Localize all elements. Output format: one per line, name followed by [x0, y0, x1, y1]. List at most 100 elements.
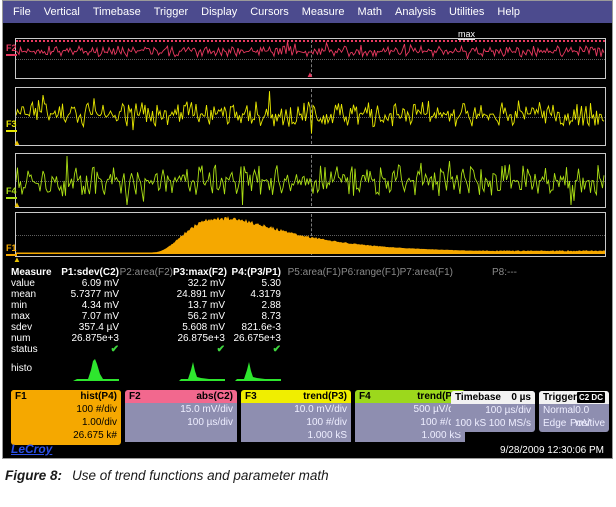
measure-histo-p5 — [281, 355, 341, 382]
measure-value-p7-mean — [397, 289, 453, 300]
measure-col-header-p6[interactable]: P6:range(F1) — [341, 267, 397, 278]
status-check-p7 — [397, 344, 453, 355]
trace-label-f2[interactable]: F2 — [6, 44, 17, 56]
measure-row-label: num — [11, 333, 61, 344]
menu-item-analysis[interactable]: Analysis — [395, 6, 436, 18]
measure-value-p7-max — [397, 311, 453, 322]
timebase-offset: 0 µs — [511, 391, 531, 404]
waveform-f1-histogram — [16, 213, 605, 256]
function-box-f4[interactable]: F4trend(P1)500 µV/div100 #/div1.000 kS — [355, 390, 465, 445]
timebase-box[interactable]: Timebase 0 µs 100 µs/div 100 kS 100 MS/s — [451, 391, 535, 432]
menu-item-vertical[interactable]: Vertical — [44, 6, 80, 18]
menu-item-utilities[interactable]: Utilities — [449, 6, 484, 18]
menu-bar: File Vertical Timebase Trigger Display Cursor… — [3, 1, 612, 23]
trace-label-f3[interactable]: F3 — [6, 120, 17, 132]
histo-sparkline-icon — [235, 357, 281, 382]
measure-title: Measure — [11, 267, 61, 278]
measure-value-p7-min — [397, 300, 453, 311]
menu-item-trigger[interactable]: Trigger — [154, 6, 188, 18]
function-source: hist(P4) — [80, 390, 117, 403]
measure-value-p6-value — [341, 278, 397, 289]
grid-section-f3 — [15, 87, 606, 146]
measure-value-p6-max — [341, 311, 397, 322]
menu-item-file[interactable]: File — [13, 6, 31, 18]
status-check-p5 — [281, 344, 341, 355]
measure-value-p8-min — [453, 300, 517, 311]
function-box-f2[interactable]: F2abs(C2)15.0 mV/div100 µs/div — [125, 390, 237, 445]
measure-value-p1-mean: 5.7377 mV — [61, 289, 119, 300]
menu-item-help[interactable]: Help — [497, 6, 520, 18]
measure-histo-p6 — [341, 355, 397, 382]
measure-value-p2-mean — [119, 289, 173, 300]
measure-value-p6-min — [341, 300, 397, 311]
measure-value-p3-num: 26.875e+3 — [173, 333, 225, 344]
menu-item-measure[interactable]: Measure — [302, 6, 345, 18]
measure-value-p6-sdev — [341, 322, 397, 333]
trigger-box[interactable]: Trigger C2 DC Normal 0.0 mV Edge Positiv… — [539, 391, 609, 432]
measure-row-label: status — [11, 344, 61, 355]
measure-value-p4-value: 5.30 — [225, 278, 281, 289]
menu-item-math[interactable]: Math — [358, 6, 382, 18]
measure-col-header-p8[interactable]: P8:--- — [453, 267, 517, 278]
measure-value-p7-num — [397, 333, 453, 344]
function-source: trend(P3) — [303, 390, 347, 403]
measure-col-header-p4[interactable]: P4:(P3/P1) — [225, 267, 281, 278]
trigger-mode: Normal — [543, 404, 575, 417]
measure-value-p3-value: 32.2 mV — [173, 278, 225, 289]
measure-histo-p3 — [173, 355, 225, 382]
menu-item-timebase[interactable]: Timebase — [93, 6, 141, 18]
function-box-f1[interactable]: F1hist(P4)100 #/div1.00/div26.675 k# — [11, 390, 121, 445]
measure-value-p3-min: 13.7 mV — [173, 300, 225, 311]
measure-value-p3-max: 56.2 mV — [173, 311, 225, 322]
timebase-samples: 100 kS — [455, 417, 486, 430]
measure-row-label: mean — [11, 289, 61, 300]
waveform-f4 — [16, 154, 605, 207]
status-check-p4: ✔ — [225, 344, 281, 355]
measure-value-p7-sdev — [397, 322, 453, 333]
measure-value-p5-value — [281, 278, 341, 289]
trigger-source-badge: C2 DC — [577, 392, 605, 403]
function-setting: 100 #/div — [359, 416, 461, 429]
trace-level-marker-f1-icon[interactable]: ▲ — [13, 256, 21, 264]
figure-caption-label: Figure 8: — [5, 468, 62, 483]
function-setting: 15.0 mV/div — [129, 403, 233, 416]
function-setting: 1.00/div — [15, 416, 117, 429]
trigger-slope: Positive — [570, 417, 605, 430]
function-setting: 1.000 kS — [245, 429, 347, 442]
menu-item-display[interactable]: Display — [201, 6, 237, 18]
measure-value-p5-max — [281, 311, 341, 322]
histo-sparkline-icon — [73, 357, 119, 382]
measure-histo-p2 — [119, 355, 173, 382]
figure-caption: Figure 8: Use of trend functions and para… — [5, 468, 329, 483]
measure-col-header-p1[interactable]: P1:sdev(C2) — [61, 267, 119, 278]
trace-label-f4[interactable]: F4 — [6, 187, 17, 199]
trigger-time-marker-icon[interactable]: ▲ — [306, 71, 314, 79]
trigger-level: 0.0 mV — [575, 404, 605, 417]
measure-row-label: min — [11, 300, 61, 311]
measure-value-p4-sdev: 821.6e-3 — [225, 322, 281, 333]
timebase-rate: 100 MS/s — [489, 417, 531, 430]
measure-value-p8-sdev — [453, 322, 517, 333]
measure-row-label: sdev — [11, 322, 61, 333]
measure-col-header-p2[interactable]: P2:area(F2) — [119, 267, 173, 278]
trace-level-marker-f3-icon[interactable]: ▲ — [13, 139, 21, 147]
measure-col-header-p3[interactable]: P3:max(F2) — [173, 267, 225, 278]
measure-col-header-p5[interactable]: P5:area(F1) — [281, 267, 341, 278]
function-box-f3[interactable]: F3trend(P3)10.0 mV/div100 #/div1.000 kS — [241, 390, 351, 445]
measure-value-p4-num: 26.675e+3 — [225, 333, 281, 344]
measure-col-header-p7[interactable]: P7:area(F1) — [397, 267, 453, 278]
lecroy-logo: LeCroy — [11, 442, 52, 456]
function-id: F1 — [15, 390, 27, 403]
measure-value-p1-max: 7.07 mV — [61, 311, 119, 322]
function-setting: 26.675 k# — [15, 429, 117, 442]
measure-value-p3-sdev: 5.608 mV — [173, 322, 225, 333]
trace-level-marker-f4-icon[interactable]: ▲ — [13, 201, 21, 209]
menu-item-cursors[interactable]: Cursors — [250, 6, 289, 18]
status-check-p2 — [119, 344, 173, 355]
measure-value-p4-max: 8.73 — [225, 311, 281, 322]
measure-value-p1-num: 26.875e+3 — [61, 333, 119, 344]
figure-caption-text: Use of trend functions and parameter mat… — [72, 468, 329, 483]
timebase-scale: 100 µs/div — [485, 404, 531, 417]
timestamp: 9/28/2009 12:30:06 PM — [500, 445, 604, 456]
status-check-p6 — [341, 344, 397, 355]
